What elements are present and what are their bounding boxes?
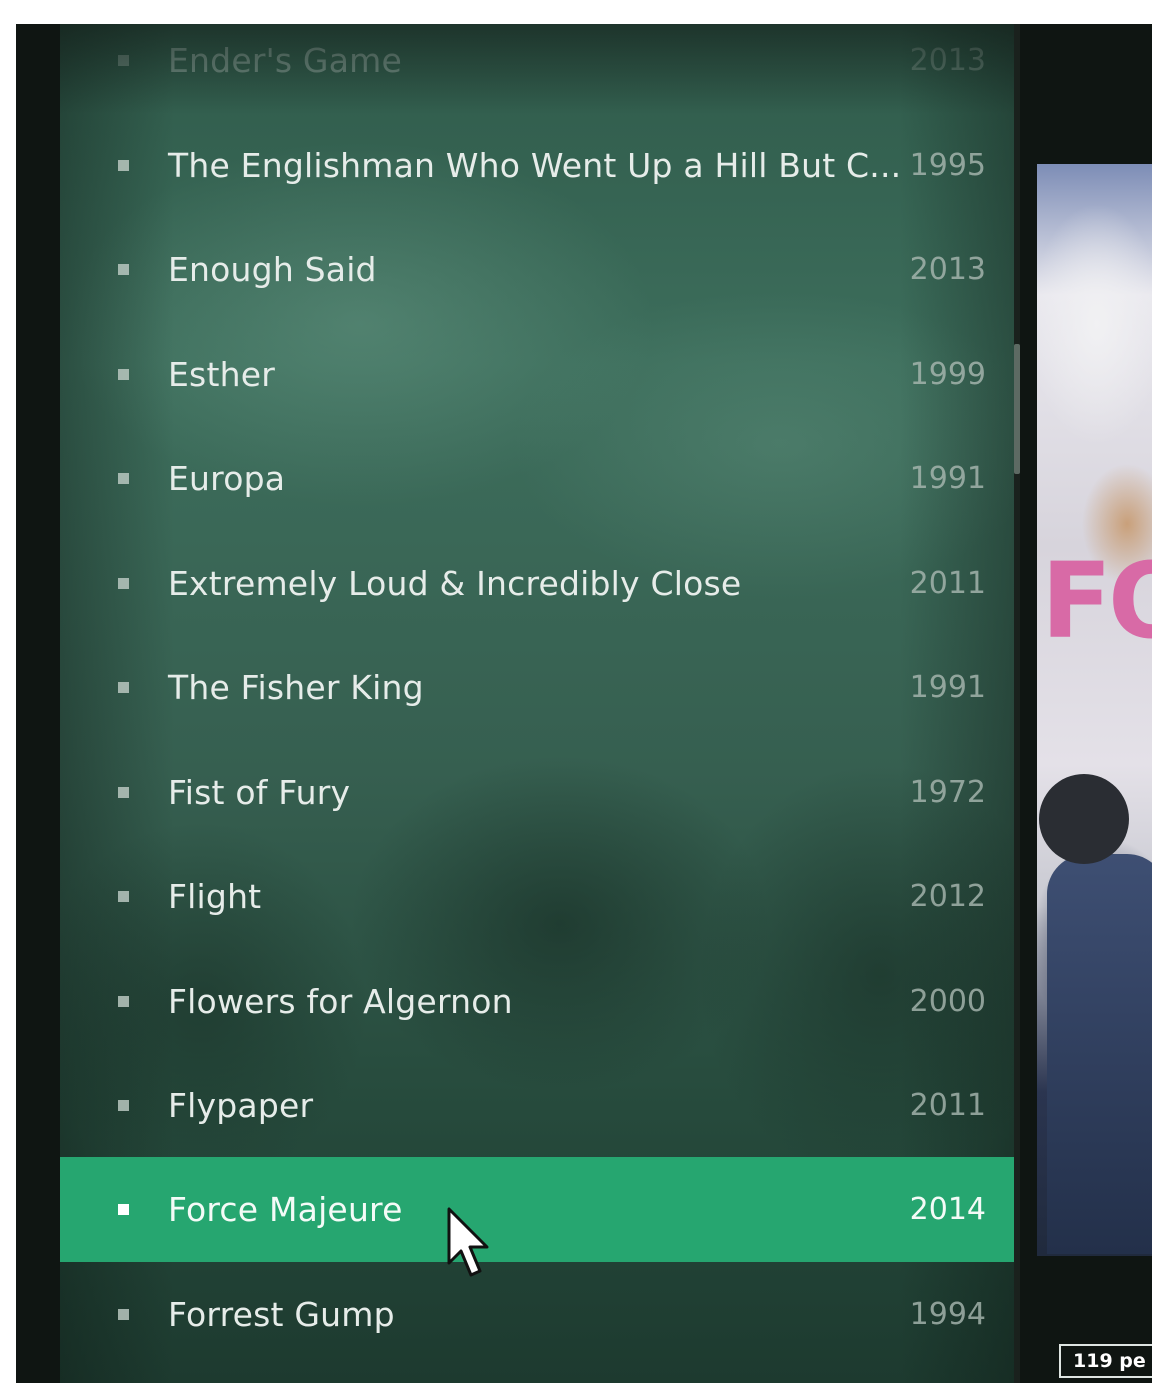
square-bullet-icon [118, 787, 129, 798]
movie-title: Flypaper [168, 1086, 314, 1125]
square-bullet-icon [118, 578, 129, 589]
movie-year: 2011 [909, 566, 986, 601]
list-item[interactable]: Flypaper 2011 [60, 1053, 1014, 1158]
movie-year: 1972 [909, 775, 986, 810]
list-item[interactable]: The Englishman Who Went Up a Hill But C.… [60, 113, 1014, 218]
movie-title: Forrest Gump [168, 1295, 395, 1334]
movie-title: Europa [168, 459, 286, 498]
movie-year: 1991 [909, 670, 986, 705]
scrollbar-thumb[interactable] [1014, 344, 1020, 474]
movie-year: 2012 [909, 879, 986, 914]
list-item[interactable]: Flowers for Algernon 2000 [60, 949, 1014, 1054]
square-bullet-icon [118, 473, 129, 484]
movie-title: The Fisher King [168, 668, 424, 707]
list-item[interactable]: Flight 2012 [60, 844, 1014, 949]
movie-year: 2013 [909, 252, 986, 287]
poster-figure-head [1039, 774, 1129, 864]
scrollbar[interactable] [1014, 24, 1020, 1383]
movie-title: Fist of Fury [168, 773, 351, 812]
list-item[interactable]: Esther 1999 [60, 322, 1014, 427]
list-item[interactable]: Extremely Loud & Incredibly Close 2011 [60, 531, 1014, 636]
movie-year: 2014 [909, 1192, 986, 1227]
square-bullet-icon [118, 1309, 129, 1320]
movie-title: Flight [168, 877, 262, 916]
square-bullet-icon [118, 682, 129, 693]
square-bullet-icon [118, 1204, 129, 1215]
item-count-label: 119 pe [1059, 1344, 1152, 1378]
square-bullet-icon [118, 996, 129, 1007]
poster-figure [1047, 854, 1152, 1254]
movie-year: 1995 [909, 148, 986, 183]
square-bullet-icon [118, 369, 129, 380]
screen: Ender's Game 2013 The Englishman Who Wen… [0, 0, 1152, 1383]
poster-title: FO [1041, 540, 1152, 662]
movie-year: 2013 [909, 43, 986, 78]
movie-year: 1999 [909, 357, 986, 392]
movie-title: Force Majeure [168, 1190, 403, 1229]
square-bullet-icon [118, 1100, 129, 1111]
movie-year: 2011 [909, 1088, 986, 1123]
media-library-window: Ender's Game 2013 The Englishman Who Wen… [16, 24, 1152, 1383]
list-item[interactable]: Fist of Fury 1972 [60, 740, 1014, 845]
square-bullet-icon [118, 891, 129, 902]
list-item[interactable]: Ender's Game 2013 [60, 24, 1014, 113]
list-item[interactable]: The Fisher King 1991 [60, 635, 1014, 740]
movie-title: Flowers for Algernon [168, 982, 513, 1021]
list-item[interactable]: Forrest Gump 1994 [60, 1262, 1014, 1367]
movie-poster: FO [1037, 164, 1152, 1256]
movie-year: 2000 [909, 984, 986, 1019]
list-item-selected[interactable]: Force Majeure 2014 [60, 1157, 1014, 1262]
movie-title: Esther [168, 355, 275, 394]
movie-title: Extremely Loud & Incredibly Close [168, 564, 742, 603]
movie-title: Enough Said [168, 250, 377, 289]
square-bullet-icon [118, 160, 129, 171]
movie-year: 1994 [909, 1297, 986, 1332]
movie-list[interactable]: Ender's Game 2013 The Englishman Who Wen… [60, 24, 1014, 1383]
movie-year: 1991 [909, 461, 986, 496]
square-bullet-icon [118, 264, 129, 275]
square-bullet-icon [118, 55, 129, 66]
list-item[interactable]: Enough Said 2013 [60, 217, 1014, 322]
movie-title: The Englishman Who Went Up a Hill But C.… [168, 146, 902, 185]
list-item[interactable]: Europa 1991 [60, 426, 1014, 531]
movie-title: Ender's Game [168, 41, 402, 80]
